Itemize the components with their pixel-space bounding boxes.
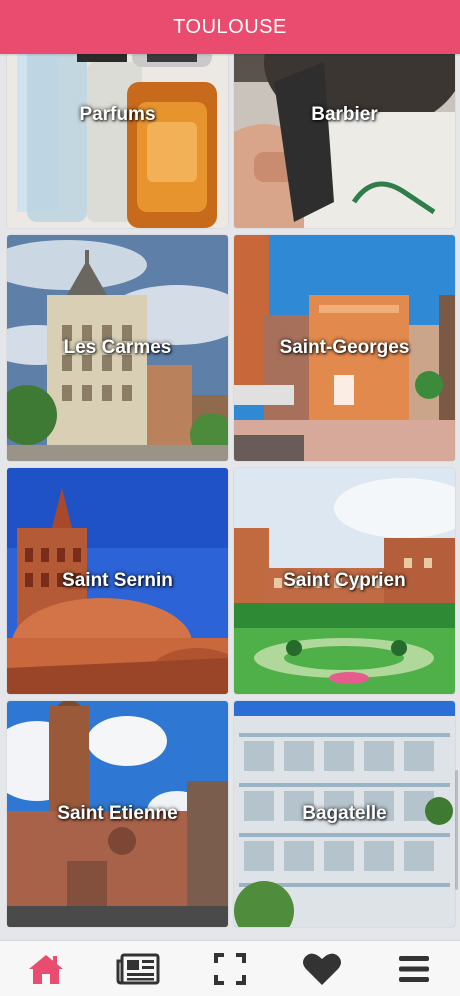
- menu-icon: [399, 956, 429, 982]
- tile-saint-cyprien[interactable]: Saint Cyprien: [234, 468, 455, 694]
- tile-label: Bagatelle: [302, 803, 387, 824]
- bottom-tab-bar: [0, 940, 460, 996]
- tile-label: Parfums: [79, 104, 156, 125]
- tile-label: Saint Etienne: [57, 803, 178, 824]
- app-header: TOULOUSE: [0, 0, 460, 54]
- home-icon: [29, 955, 63, 984]
- tile-saint-sernin[interactable]: Saint Sernin: [7, 468, 228, 694]
- tile-saint-etienne[interactable]: Saint Etienne: [7, 701, 228, 927]
- scan-icon: [214, 953, 246, 985]
- tile-label: Barbier: [311, 104, 378, 125]
- newspaper-icon: [116, 953, 160, 985]
- tile-label: Saint Cyprien: [283, 570, 406, 591]
- neighborhood-grid: Parfums Barbier Les Carmes Saint-Georges…: [0, 0, 460, 940]
- heart-icon: [303, 953, 341, 985]
- tile-les-carmes[interactable]: Les Carmes: [7, 235, 228, 461]
- tab-news[interactable]: [108, 944, 168, 994]
- scroll-indicator[interactable]: [455, 770, 458, 890]
- tab-favorites[interactable]: [292, 944, 352, 994]
- tile-label: Les Carmes: [63, 337, 172, 358]
- tile-label: Saint-Georges: [279, 337, 410, 358]
- tab-scan[interactable]: [200, 944, 260, 994]
- tab-home[interactable]: [16, 944, 76, 994]
- tile-label: Saint Sernin: [62, 570, 173, 591]
- app-screen: Parfums Barbier Les Carmes Saint-Georges…: [0, 0, 460, 996]
- page-title: TOULOUSE: [173, 15, 287, 38]
- tile-saint-georges[interactable]: Saint-Georges: [234, 235, 455, 461]
- tab-menu[interactable]: [384, 944, 444, 994]
- tile-bagatelle[interactable]: Bagatelle: [234, 701, 455, 927]
